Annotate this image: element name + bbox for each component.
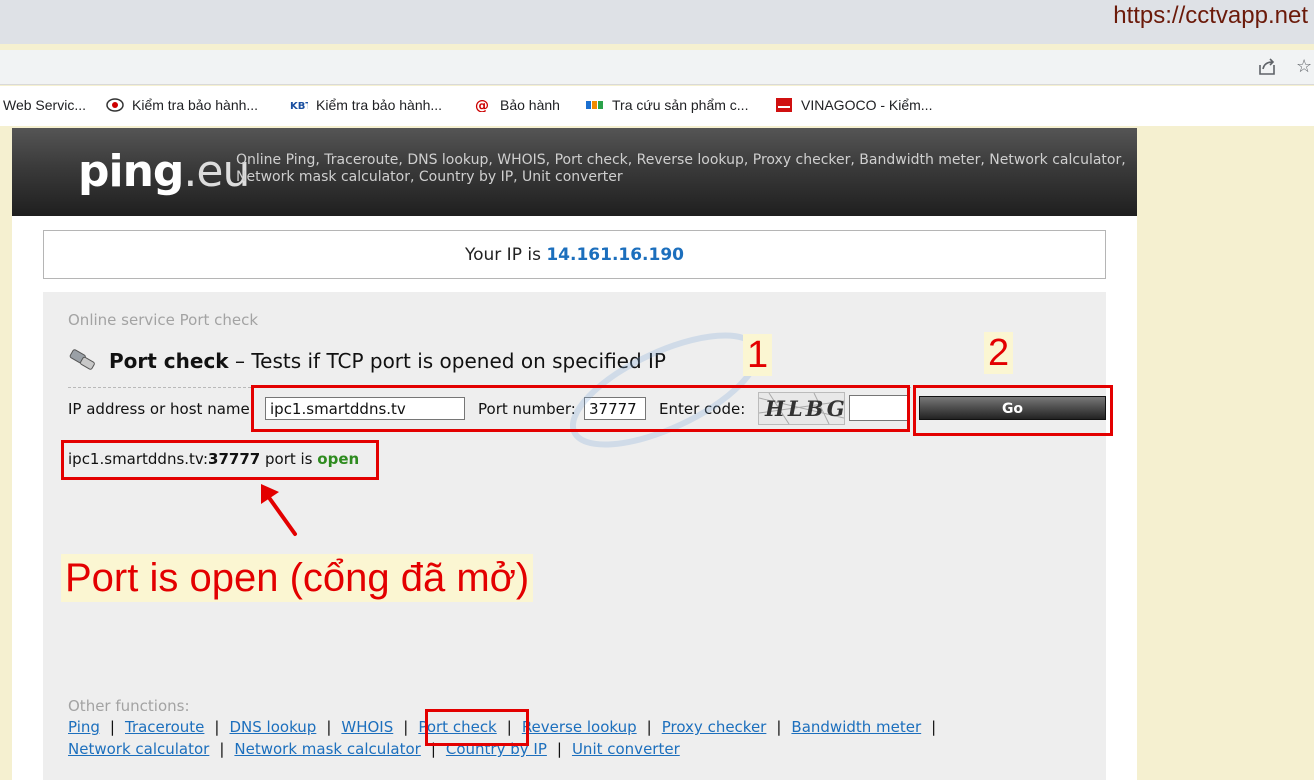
- host-label: IP address or host name:: [68, 400, 255, 418]
- link-unit-converter[interactable]: Unit converter: [572, 740, 680, 758]
- site-description: Online Ping, Traceroute, DNS lookup, WHO…: [236, 152, 1126, 185]
- annotation-box-go: [913, 385, 1113, 436]
- bookmarks-bar: Web Servic... Kiểm tra bảo hành... KBT Ki…: [0, 86, 1314, 126]
- share-icon[interactable]: [1257, 57, 1277, 77]
- your-ip-box: Your IP is 14.161.16.190: [43, 230, 1106, 279]
- title-bold: Port check: [109, 349, 229, 373]
- bookmark-item[interactable]: VINAGOCO - Kiểm...: [775, 97, 932, 113]
- kbt-icon: KBT: [290, 101, 308, 112]
- site-logo[interactable]: ping.eu: [78, 146, 250, 197]
- bookmark-item[interactable]: Web Servic...: [3, 97, 86, 113]
- link-whois[interactable]: WHOIS: [341, 718, 393, 736]
- annotation-box-port-check-link: [425, 709, 529, 746]
- eye-icon: [106, 98, 124, 112]
- bookmark-label: Bảo hành: [500, 97, 560, 113]
- link-network-calculator[interactable]: Network calculator: [68, 740, 209, 758]
- annotation-caption: Port is open (cổng đã mở): [61, 554, 534, 602]
- vinagoco-icon: [776, 98, 792, 112]
- bookmark-label: Kiểm tra bảo hành...: [316, 97, 443, 113]
- link-traceroute[interactable]: Traceroute: [125, 718, 204, 736]
- link-reverse-lookup[interactable]: Reverse lookup: [522, 718, 637, 736]
- bookmark-label: Tra cứu sản phẩm c...: [612, 97, 749, 113]
- link-ping[interactable]: Ping: [68, 718, 100, 736]
- bookmark-star-icon[interactable]: ☆: [1296, 56, 1312, 77]
- link-bandwidth-meter[interactable]: Bandwidth meter: [791, 718, 921, 736]
- browser-titlebar: https://cctvapp.net: [0, 0, 1314, 44]
- annotation-box-inputs: [251, 385, 910, 432]
- your-ip-label: Your IP is: [464, 245, 541, 265]
- bookmark-item[interactable]: @ Bảo hành: [474, 97, 560, 113]
- bookmark-item[interactable]: Kiểm tra bảo hành...: [106, 97, 258, 113]
- other-functions-label: Other functions:: [68, 697, 190, 715]
- logo-main: ping: [78, 146, 184, 197]
- red-arrow-icon: [261, 484, 297, 536]
- svg-text:KBT: KBT: [290, 101, 308, 112]
- fpt-icon: [586, 101, 603, 109]
- svg-text:@: @: [475, 98, 489, 112]
- annotation-step-1: 1: [743, 334, 773, 376]
- watermark-url: https://cctvapp.net: [1113, 2, 1308, 29]
- link-dns-lookup[interactable]: DNS lookup: [229, 718, 316, 736]
- annotation-box-result: [61, 440, 379, 480]
- link-proxy-checker[interactable]: Proxy checker: [662, 718, 767, 736]
- bookmark-label: Kiểm tra bảo hành...: [132, 97, 259, 113]
- link-network-mask-calculator[interactable]: Network mask calculator: [234, 740, 420, 758]
- plug-icon: [69, 349, 95, 370]
- site-header: ping.eu Online Ping, Traceroute, DNS loo…: [12, 128, 1137, 216]
- your-ip-value: 14.161.16.190: [546, 245, 685, 265]
- at-icon: @: [475, 98, 489, 112]
- browser-toolbar: ☆: [0, 50, 1314, 85]
- other-functions-row2: Network calculator | Network mask calculat…: [68, 740, 680, 758]
- bookmark-label: Web Servic...: [3, 97, 86, 113]
- annotation-step-2: 2: [984, 332, 1014, 374]
- bookmark-label: VINAGOCO - Kiểm...: [801, 97, 933, 113]
- bookmark-item[interactable]: KBT Kiểm tra bảo hành...: [290, 97, 442, 113]
- service-label: Online service Port check: [68, 311, 259, 329]
- bookmark-item[interactable]: Tra cứu sản phẩm c...: [586, 97, 748, 113]
